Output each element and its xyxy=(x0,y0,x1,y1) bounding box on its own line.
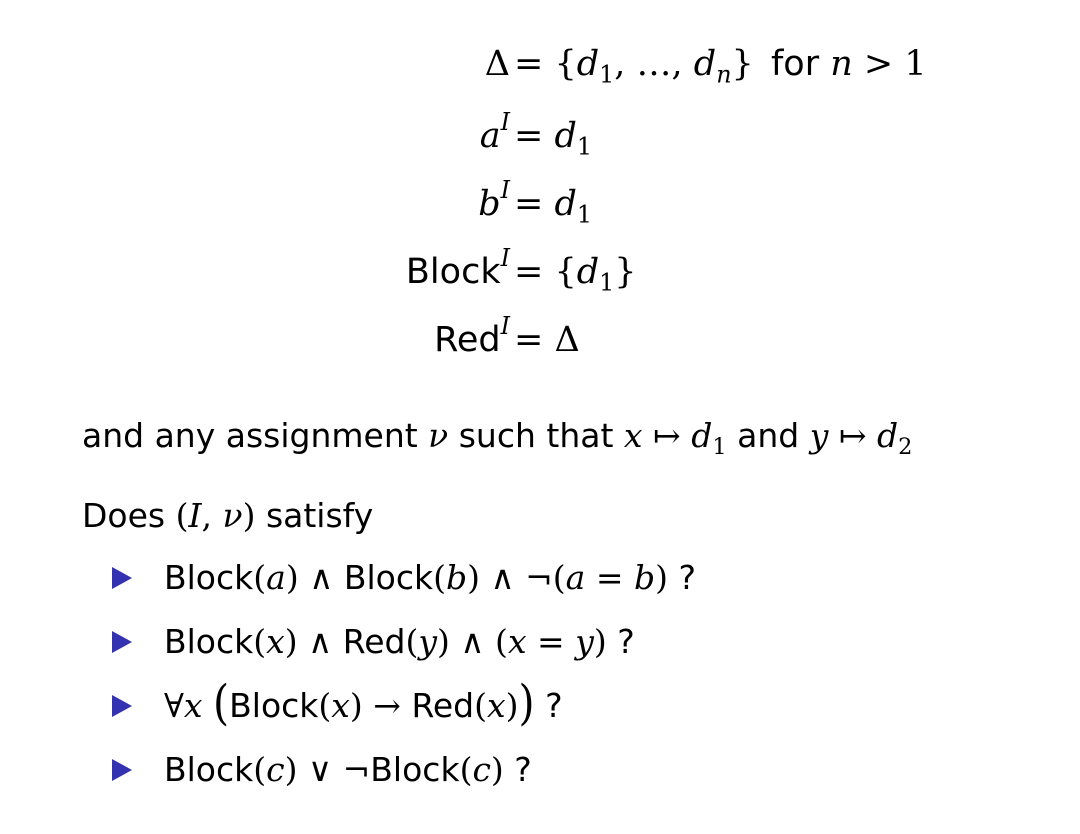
bullet-item-3: ∀x (Block(x) → Red(x)) ? xyxy=(112,675,563,731)
equation-lhs: bI xyxy=(478,175,510,224)
bullet-formula: Block(x) ∧ Red(y) ∧ (x = y) ? xyxy=(164,622,635,661)
bullet-item-2: Block(x) ∧ Red(y) ∧ (x = y) ? xyxy=(112,620,635,664)
equation-lhs: aI xyxy=(479,107,510,156)
equation-a: aI = d1 xyxy=(0,107,1080,161)
equation-rhs: = Δ xyxy=(514,320,580,360)
equation-rhs: = {d1} xyxy=(514,252,637,297)
equation-rhs: = d1 xyxy=(514,184,592,229)
var-n: n xyxy=(830,44,853,84)
bullet-item-4: Block(c) ∨ ¬Block(c) ? xyxy=(112,748,532,792)
bullet-formula: Block(a) ∧ Block(b) ∧ ¬(a = b) ? xyxy=(164,558,697,597)
equation-lhs: Δ xyxy=(484,44,510,84)
equation-b: bI = d1 xyxy=(0,175,1080,229)
bullet-formula: ∀x (Block(x) → Red(x)) ? xyxy=(164,675,563,731)
equation-lhs: BlockI xyxy=(405,243,510,292)
equation-rhs: = d1 xyxy=(514,116,592,161)
for-label: for xyxy=(770,44,820,84)
bullet-item-1: Block(a) ∧ Block(b) ∧ ¬(a = b) ? xyxy=(112,556,696,600)
slide: Δ = {d1, …, dn} for n > 1 aI = d1 bI = d… xyxy=(0,0,1080,834)
equation-lhs: RedI xyxy=(434,311,510,360)
triangle-bullet-icon xyxy=(112,695,132,717)
equation-block: BlockI = {d1} xyxy=(0,243,1080,297)
gt-one: > 1 xyxy=(863,44,927,84)
triangle-bullet-icon xyxy=(112,631,132,653)
bullet-formula: Block(c) ∨ ¬Block(c) ? xyxy=(164,750,532,789)
equation-rhs: = {d1, …, dn} for n > 1 xyxy=(514,44,927,89)
triangle-bullet-icon xyxy=(112,567,132,589)
assignment-text: and any assignment ν such that x ↦ d1 an… xyxy=(82,416,913,461)
equation-domain: Δ = {d1, …, dn} for n > 1 xyxy=(0,40,1080,88)
triangle-bullet-icon xyxy=(112,759,132,781)
equation-red: RedI = Δ xyxy=(0,311,1080,364)
question-text: Does (I, ν) satisfy xyxy=(82,496,374,535)
